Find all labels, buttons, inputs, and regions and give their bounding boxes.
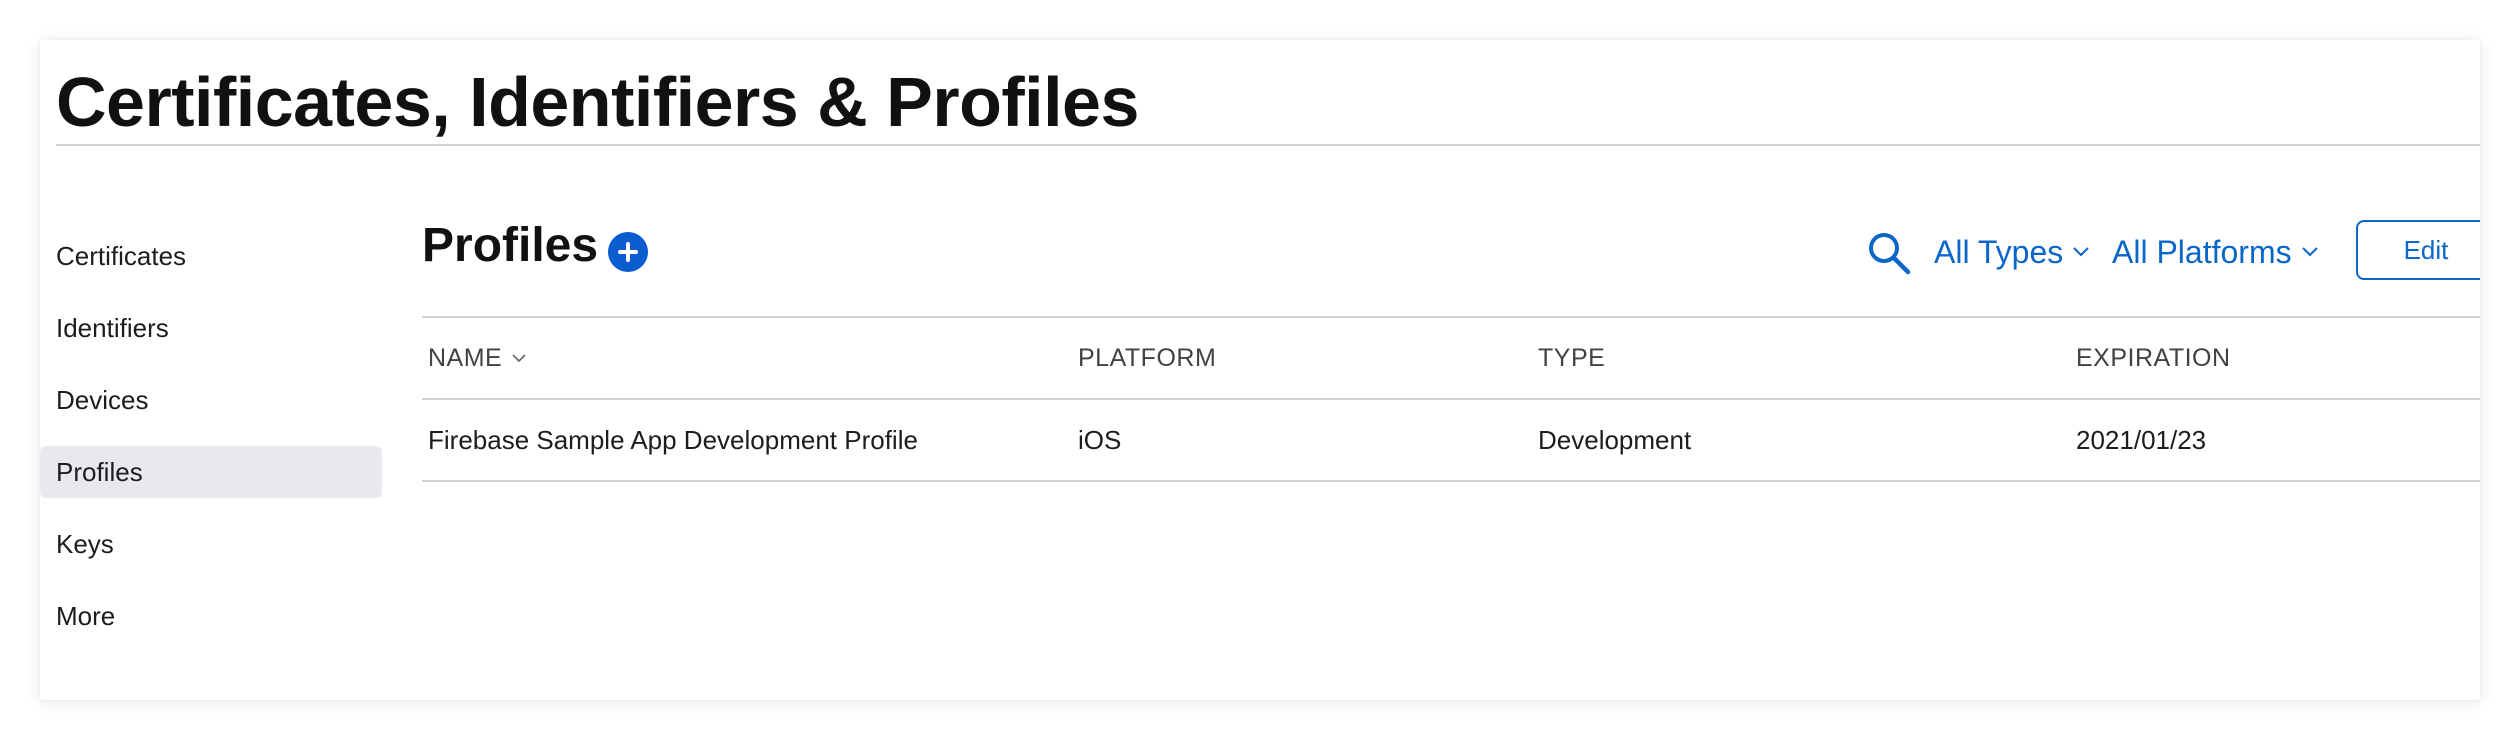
column-header-platform[interactable]: PLATFORM xyxy=(1078,318,1216,398)
column-header-expiration[interactable]: EXPIRATION xyxy=(2076,318,2231,398)
sidebar-item-profiles[interactable]: Profiles xyxy=(40,446,382,498)
title-divider xyxy=(56,144,2480,146)
sidebar-item-devices[interactable]: Devices xyxy=(40,374,382,426)
sidebar-item-more[interactable]: More xyxy=(40,590,382,642)
main-card: Certificates, Identifiers & Profiles Cer… xyxy=(40,40,2480,700)
sidebar-item-label: Devices xyxy=(56,384,149,415)
sidebar-item-label: Profiles xyxy=(56,456,143,487)
table-row-divider xyxy=(422,480,2480,482)
type-filter-dropdown[interactable]: All Types xyxy=(1934,230,2089,274)
sidebar-item-label: Certificates xyxy=(56,240,187,271)
platform-filter-dropdown[interactable]: All Platforms xyxy=(2112,230,2318,274)
section-title: Profiles xyxy=(422,219,599,272)
sidebar-item-label: Keys xyxy=(56,528,114,559)
search-icon[interactable] xyxy=(1866,230,1912,276)
sidebar: Certificates Identifiers Devices Profile… xyxy=(40,230,382,662)
chevron-down-icon xyxy=(2301,247,2318,257)
expiration-cell: 2021/01/23 xyxy=(2076,424,2207,455)
sort-chevron-icon xyxy=(512,353,526,362)
chevron-down-icon xyxy=(2073,247,2089,257)
sidebar-item-identifiers[interactable]: Identifiers xyxy=(40,302,382,354)
type-cell: Development xyxy=(1538,424,1692,455)
edit-button[interactable]: Edit xyxy=(2356,220,2480,280)
platform-cell: iOS xyxy=(1078,424,1122,455)
column-header-name[interactable]: NAME xyxy=(428,318,526,398)
platform-filter-label: All Platforms xyxy=(2112,233,2292,270)
sidebar-item-label: More xyxy=(56,600,116,631)
profile-name-cell[interactable]: Firebase Sample App Development Profile xyxy=(428,400,918,480)
sidebar-item-keys[interactable]: Keys xyxy=(40,518,382,570)
add-profile-button[interactable] xyxy=(608,232,648,272)
table-header: NAME PLATFORM TYPE EXPIRATION xyxy=(422,318,2480,398)
profiles-table: NAME PLATFORM TYPE EXPIRATION Firebase S… xyxy=(422,316,2480,482)
page-title: Certificates, Identifiers & Profiles xyxy=(56,63,1139,141)
table-row[interactable]: Firebase Sample App Development Profile … xyxy=(422,400,2480,480)
sidebar-item-certificates[interactable]: Certificates xyxy=(40,230,382,282)
sidebar-item-label: Identifiers xyxy=(56,312,169,343)
column-header-type[interactable]: TYPE xyxy=(1538,318,1605,398)
type-filter-label: All Types xyxy=(1934,233,2064,270)
